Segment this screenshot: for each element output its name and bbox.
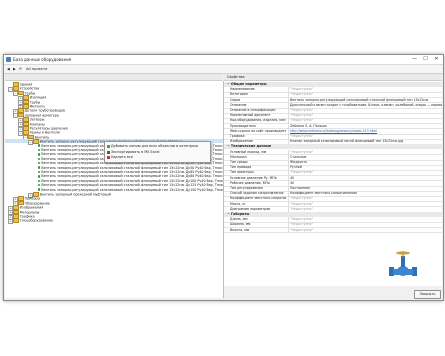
- add-copy-menu-item[interactable]: Добавить копию для всех объектов в катег…: [111, 144, 198, 149]
- context-menu: Добавить копию для всех объектов в катег…: [104, 141, 211, 163]
- property-name: Ширина, мм: [230, 222, 251, 227]
- title-bar: База данных оборудования — ☐ ✕: [4, 55, 443, 65]
- property-value[interactable]: "Недоступно": [288, 170, 442, 176]
- property-name: Масса, кг: [230, 201, 246, 206]
- property-value[interactable]: "Недоступно": [288, 196, 442, 202]
- properties-panel-title: Свойства: [227, 75, 245, 79]
- app-icon: [6, 57, 11, 62]
- tree-panel-header: [5, 74, 223, 81]
- delete-all-menu-item[interactable]: Удалить все: [111, 155, 133, 160]
- tree-item-label: Вентиль запорно-регулирующий сальниковый…: [41, 183, 224, 188]
- property-value[interactable]: "Недоступно": [288, 87, 442, 93]
- delete-icon: [106, 156, 110, 160]
- export-excel-menu-item[interactable]: Экспортировать в MS Excel: [111, 150, 159, 155]
- property-name: Длина, мм: [230, 217, 248, 222]
- tree-item-label: Вентиль запорно-регулирующий сальниковый…: [41, 170, 224, 174]
- property-name: Графика: [230, 134, 245, 138]
- excel-icon: [106, 150, 110, 154]
- property-name: Диаграмма параметров: [230, 206, 271, 211]
- property-name: Код оборудования, изделия, материала: [230, 118, 286, 123]
- property-value[interactable]: Ручной: [288, 165, 442, 171]
- forward-icon[interactable]: ▶: [13, 66, 16, 72]
- property-name: Тип регулирования: [230, 186, 263, 190]
- tree-item-label: Вентиль запорно-регулирующий сальниковый…: [41, 187, 224, 192]
- property-value[interactable]: "Недоступно": [288, 222, 442, 228]
- property-value[interactable]: "Недоступно": [288, 217, 442, 223]
- add-icon: [106, 145, 110, 148]
- property-name: Тип арматуры: [230, 170, 254, 175]
- property-value[interactable]: "Недоступно": [288, 201, 442, 207]
- property-name: Описание: [230, 102, 247, 107]
- category-tree[interactable]: Здания − Устройства − Трубы + Изоляция + Трубы + Ф…: [5, 81, 224, 298]
- property-name: Web-ссылка на сайт производителя: [230, 128, 286, 133]
- project-button[interactable]: Ad проекта: [26, 66, 47, 72]
- maximize-button[interactable]: ☐: [420, 55, 431, 63]
- toolbar: ◀ ▶ ⟳ Ad проекта: [4, 65, 443, 74]
- property-value[interactable]: "Недоступно": [288, 108, 442, 113]
- tree-item-label: Вентиль запорно-регулирующий сальниковый…: [41, 165, 224, 170]
- property-name: Описание в спецификации: [230, 108, 276, 112]
- property-value[interactable]: Дроссельный клапан создан с голубоватыми…: [288, 102, 442, 108]
- property-group-title: − Общие параметры: [227, 82, 267, 86]
- property-name: Тип среды: [230, 160, 248, 164]
- property-name: Условный проход, мм: [230, 149, 267, 154]
- property-group-header[interactable]: − Габариты: [224, 212, 442, 217]
- property-name: Условное давление Ру, МПа: [230, 175, 277, 180]
- property-value[interactable]: Постоянная: [288, 186, 442, 191]
- property-name: Производитель: [230, 123, 256, 128]
- property-value[interactable]: 40: [288, 175, 442, 181]
- property-value[interactable]: Zetkama S. A. Польша: [288, 123, 442, 129]
- property-name: Коэффициент местного сопротивления: [230, 196, 286, 201]
- property-value[interactable]: "Недоступно": [288, 206, 442, 212]
- equipment-database-window: База данных оборудования — ☐ ✕ ◀ ▶ ⟳ Ad …: [3, 54, 444, 301]
- property-value[interactable]: Клапан запорный сальниковый литой фланце…: [288, 139, 442, 145]
- property-value[interactable]: "Недоступно": [288, 134, 442, 139]
- property-group-header[interactable]: − Технические данные: [224, 144, 442, 150]
- property-row[interactable]: Высота, мм "Недоступно": [224, 227, 442, 234]
- tree-item-label: Спецоборудование: [19, 218, 54, 223]
- property-name: Изображение: [230, 139, 253, 144]
- property-name: Высота, мм: [230, 227, 250, 232]
- property-value[interactable]: Стальные: [288, 154, 442, 160]
- property-name: Рабочее давление, МПа: [230, 180, 270, 185]
- close-dialog-button[interactable]: Закрыть: [414, 290, 441, 299]
- properties-panel-header: Свойства: [224, 74, 442, 81]
- back-icon[interactable]: ◀: [7, 66, 10, 72]
- tree-item[interactable]: + Спецоборудование: [5, 218, 223, 224]
- property-name: Наименование: [230, 87, 255, 92]
- property-value[interactable]: "Недоступно": [288, 149, 442, 155]
- folder-icon: [13, 218, 19, 223]
- property-name: Тип привода: [230, 165, 252, 170]
- property-group-title: − Габариты: [227, 212, 250, 216]
- property-group-header[interactable]: − Общие параметры: [224, 82, 442, 87]
- valve-preview-image: [389, 251, 417, 276]
- tree-item-label: Вентиль запорно-регулирующий сальниковый…: [41, 174, 224, 179]
- window-title: База данных оборудования: [13, 57, 72, 62]
- property-value[interactable]: "Недоступно": [288, 113, 442, 119]
- property-value[interactable]: Жидкость: [288, 160, 442, 165]
- property-name: Материал: [230, 154, 247, 159]
- minimize-button[interactable]: —: [409, 55, 420, 63]
- property-name: Нормативный документ: [230, 113, 271, 118]
- property-name: Серия: [230, 97, 241, 102]
- property-value[interactable]: "Недоступно": [288, 227, 442, 233]
- property-name: Способ задания сопротивления: [230, 191, 284, 196]
- property-value[interactable]: "Недоступно": [288, 92, 442, 98]
- tree-item-label: Вентиль запорно-регулирующий сальниковый…: [41, 178, 224, 183]
- property-value[interactable]: 40: [288, 180, 442, 186]
- manufacturer-link[interactable]: http://www.zetkama.pl/katalog/zawory/zaw…: [288, 128, 442, 134]
- property-name: Категория: [230, 92, 248, 97]
- property-value[interactable]: Вентиль запорно-регулирующий сальниковый…: [288, 97, 442, 103]
- property-value[interactable]: "Недоступно": [288, 118, 442, 124]
- refresh-icon[interactable]: ⟳: [19, 66, 22, 72]
- property-group-title: − Технические данные: [227, 144, 272, 149]
- close-button[interactable]: ✕: [431, 55, 442, 63]
- property-value[interactable]: Коэффициент местного сопротивления: [288, 191, 442, 197]
